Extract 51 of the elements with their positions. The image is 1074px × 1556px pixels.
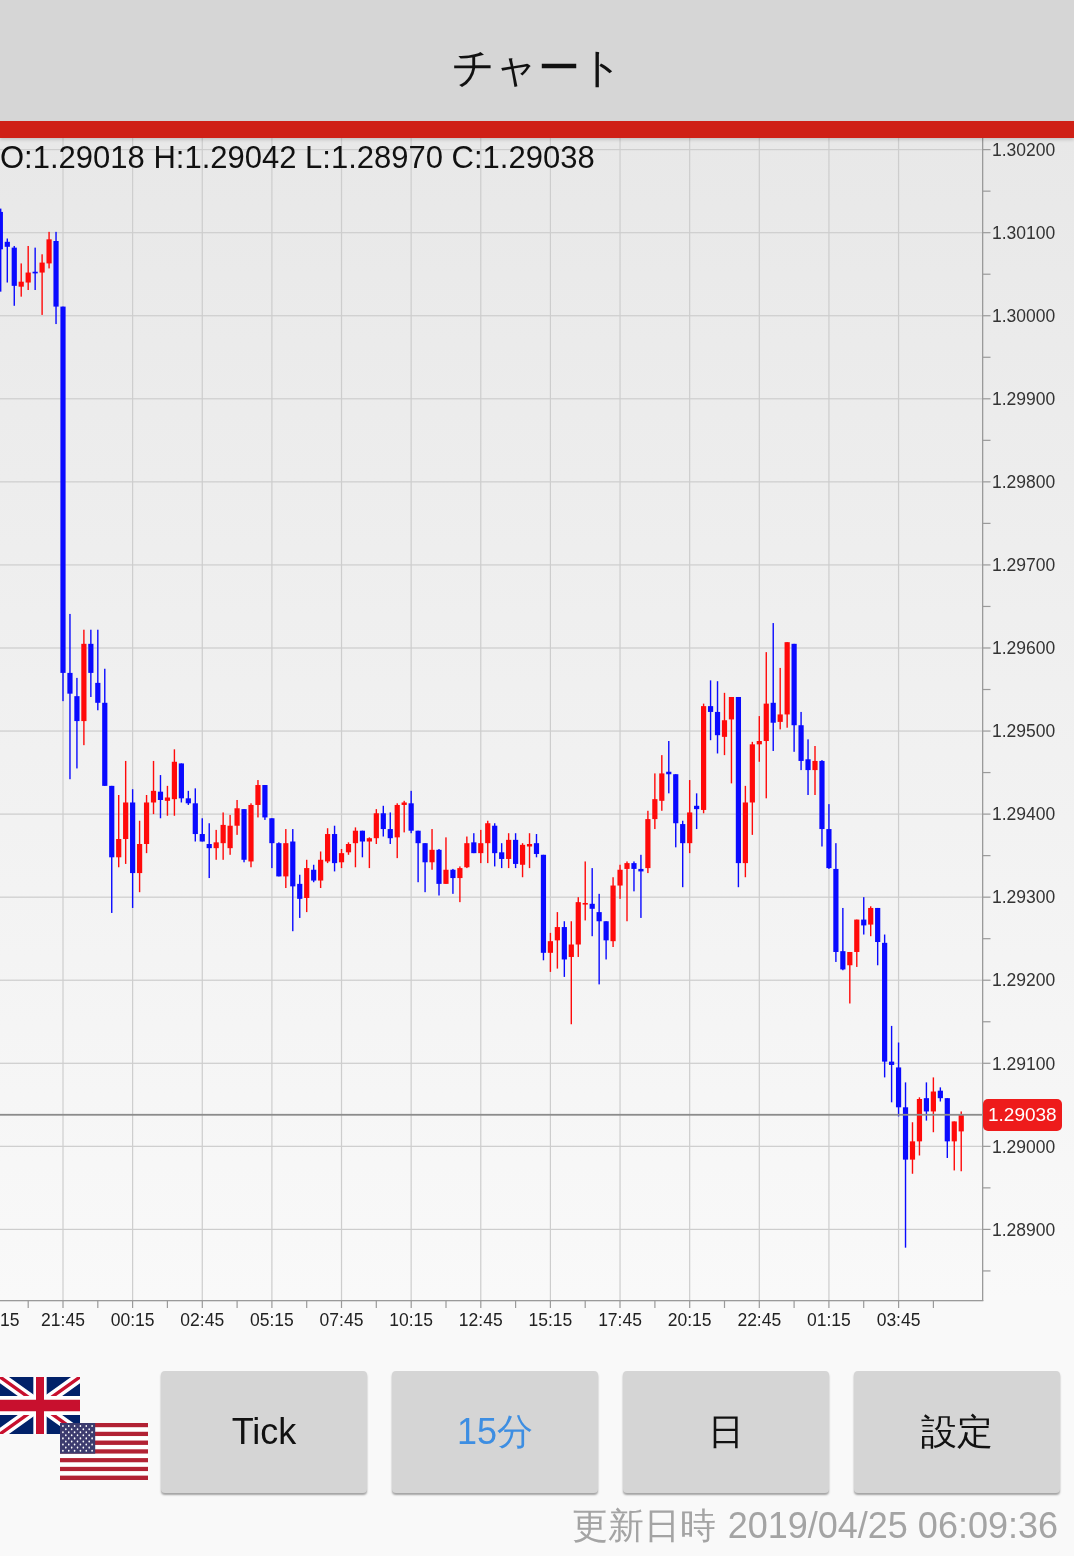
time-axis-label: 03:45 — [876, 1310, 921, 1330]
time-axis-label: 12:45 — [458, 1310, 503, 1330]
update-time-label: 更新日時 — [571, 1504, 716, 1548]
price-axis-label: 1.29100 — [992, 1052, 1056, 1076]
candlestick — [840, 907, 846, 971]
candlestick — [220, 812, 226, 860]
candlestick — [631, 861, 637, 892]
candlestick — [415, 830, 421, 883]
price-axis-label: 1.29700 — [992, 554, 1056, 578]
time-axis-label: 02:45 — [180, 1310, 225, 1330]
candlestick — [777, 667, 783, 730]
candlestick — [596, 893, 602, 985]
time-axis-label: 15:15 — [528, 1310, 573, 1330]
candlestick — [401, 800, 407, 833]
candlestick — [450, 868, 456, 894]
price-axis-label: 1.30200 — [992, 139, 1056, 162]
price-axis-label: 1.30100 — [992, 222, 1056, 246]
price-axis-label: 1.28900 — [992, 1218, 1056, 1242]
time-axis-label: 01:15 — [807, 1310, 851, 1330]
price-axis-label: 1.29300 — [992, 886, 1056, 910]
price-axis-label: 1.29900 — [992, 388, 1056, 412]
time-axis-label: 22:45 — [737, 1310, 782, 1330]
time-axis-label: 10:15 — [389, 1310, 434, 1330]
screen-title: チャート — [451, 42, 623, 93]
price-axis-label: 1.29500 — [992, 720, 1056, 744]
candlestick — [443, 837, 449, 884]
time-axis-label: 17:45 — [598, 1310, 642, 1330]
time-axis-label: 05:15 — [250, 1310, 294, 1330]
ohlc-readout: O:1.29018 H:1.29042 L:1.28970 C:1.29038 — [0, 140, 595, 176]
timeframe-button[interactable]: Tick — [161, 1371, 367, 1493]
timeframe-button[interactable]: 日 — [623, 1371, 829, 1493]
timeframe-button[interactable]: 設定 — [854, 1371, 1060, 1493]
candlestick — [457, 866, 463, 903]
price-axis-label: 1.29800 — [992, 471, 1056, 495]
price-axis-label: 1.29000 — [992, 1135, 1056, 1159]
time-axis-label: 15 — [0, 1310, 20, 1330]
current-price-label: 1.29038 — [983, 1098, 1062, 1131]
time-axis-label: 07:45 — [319, 1310, 364, 1330]
update-timestamp: 2019/04/25 06:09:36 — [727, 1504, 1058, 1548]
candlestick — [39, 254, 45, 315]
time-axis-label: 00:15 — [110, 1310, 155, 1330]
uk-flag-icon[interactable] — [0, 1377, 80, 1434]
price-axis-label: 1.29200 — [992, 969, 1056, 993]
candlestick — [624, 861, 630, 922]
time-axis-label: 20:15 — [667, 1310, 712, 1330]
price-axis-label: 1.30000 — [992, 305, 1056, 329]
price-axis-label: 1.29600 — [992, 637, 1056, 661]
candlestick — [847, 951, 853, 1004]
us-flag-icon[interactable] — [60, 1423, 148, 1480]
price-axis-label: 1.29400 — [992, 803, 1056, 827]
time-axis-label: 21:45 — [41, 1310, 85, 1330]
